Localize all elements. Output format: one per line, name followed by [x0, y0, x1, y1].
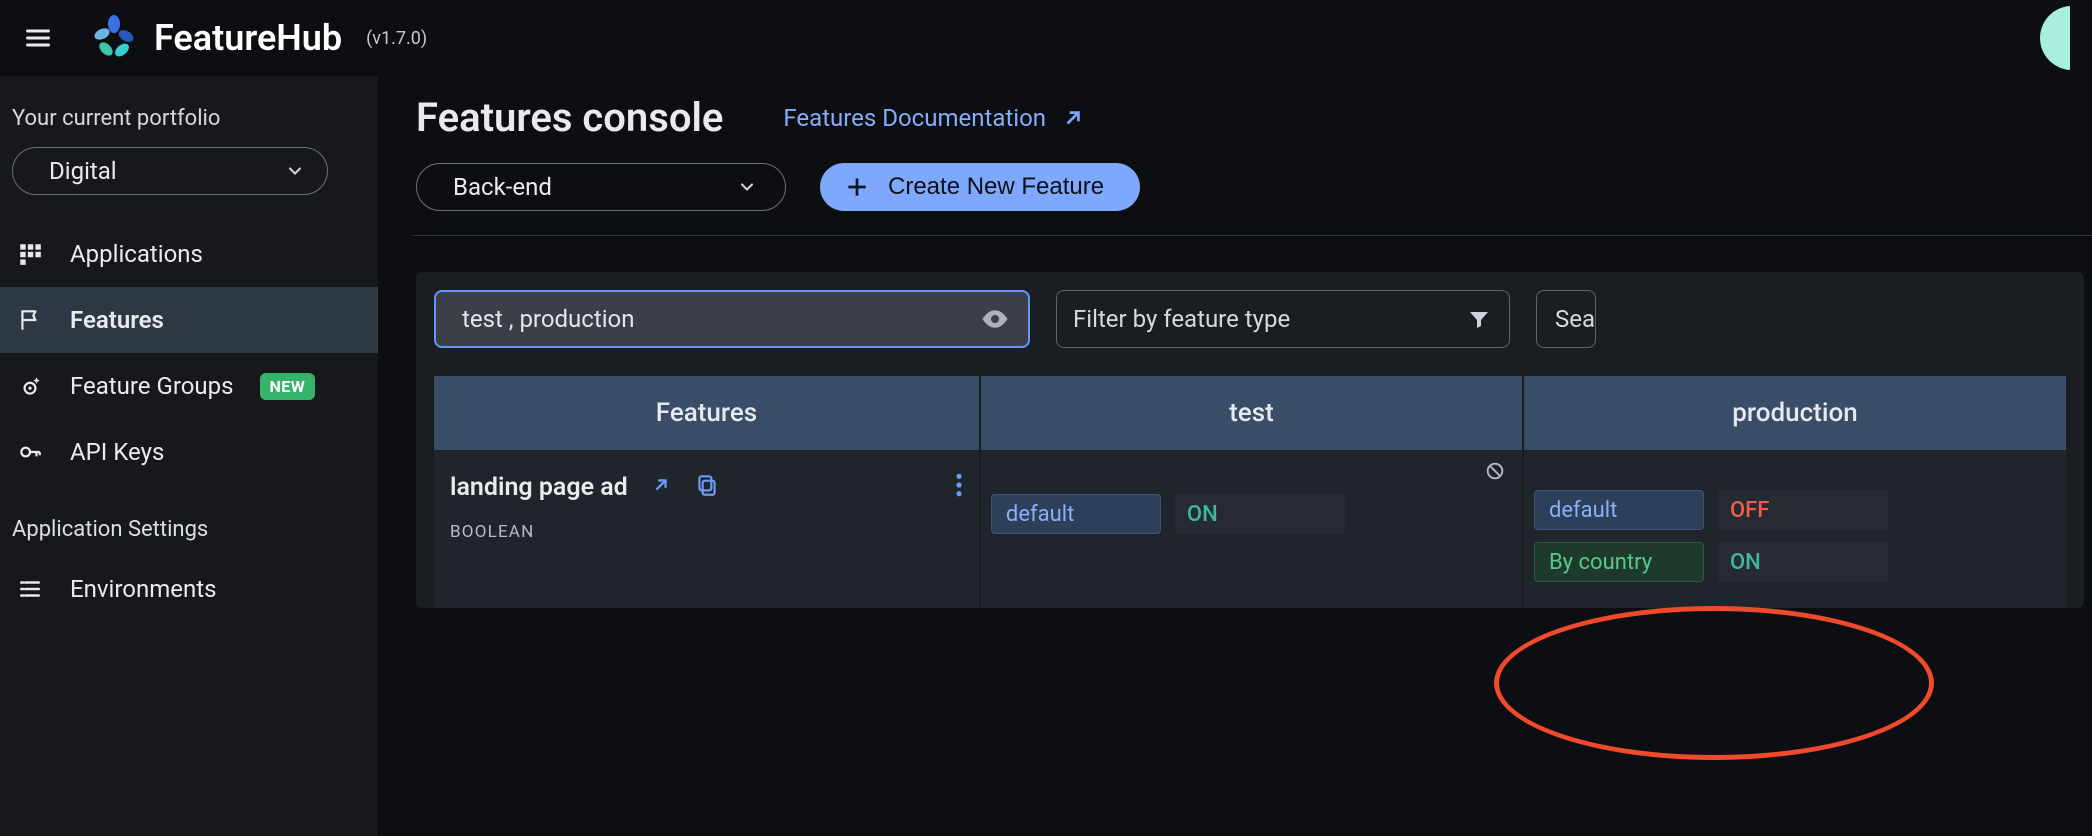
feature-type-filter-placeholder: Filter by feature type [1073, 305, 1290, 333]
feature-name: landing page ad [450, 473, 628, 502]
user-avatar[interactable] [2040, 6, 2070, 70]
list-icon [16, 575, 44, 603]
sidebar-item-applications[interactable]: Applications [0, 221, 378, 287]
new-badge: NEW [260, 373, 316, 400]
main: Features console Features Documentation … [378, 76, 2092, 836]
topbar: FeatureHub (v1.7.0) [0, 0, 2092, 76]
page-title: Features console [416, 94, 723, 141]
features-table: Features test production landing page ad [434, 376, 2066, 608]
divider [412, 235, 2092, 236]
search-input[interactable]: Sea [1536, 290, 1596, 348]
external-link-icon [1060, 105, 1086, 131]
table-row: landing page ad [434, 450, 2066, 608]
feature-type-filter[interactable]: Filter by feature type [1056, 290, 1510, 348]
table-header-env-production: production [1523, 376, 2066, 450]
eye-icon [980, 304, 1010, 334]
search-placeholder: Sea [1555, 305, 1595, 333]
strategy-row[interactable]: default OFF [1534, 490, 2056, 530]
sidebar-item-feature-groups[interactable]: Feature Groups NEW [0, 353, 378, 419]
table-header-features: Features [434, 376, 980, 450]
filter-icon [1467, 307, 1491, 331]
feature-type: BOOLEAN [450, 522, 963, 542]
features-console-panel: test , production Filter by feature type… [416, 272, 2084, 608]
application-select[interactable]: Back-end [416, 163, 786, 211]
strategy-chip-default[interactable]: default [1534, 490, 1704, 530]
environment-filter-input[interactable]: test , production [434, 290, 1030, 348]
sidebar-section-label: Application Settings [0, 485, 378, 556]
portfolio-label: Your current portfolio [0, 100, 378, 147]
flag-icon [16, 306, 44, 334]
strategy-chip-group[interactable]: By country [1534, 542, 1704, 582]
annotation-ellipse [1494, 606, 1934, 760]
create-feature-button[interactable]: Create New Feature [820, 163, 1140, 211]
gear-sparkle-icon [16, 372, 44, 400]
portfolio-value: Digital [49, 157, 117, 185]
env-cell-test: default ON [980, 450, 1523, 608]
plus-icon [844, 174, 870, 200]
create-feature-label: Create New Feature [888, 173, 1104, 201]
sidebar-item-label: Environments [70, 575, 216, 603]
sidebar-item-environments[interactable]: Environments [0, 556, 378, 622]
copy-icon [694, 472, 720, 498]
documentation-link-label: Features Documentation [783, 104, 1046, 132]
strategy-row[interactable]: By country ON [1534, 542, 2056, 582]
sidebar-item-api-keys[interactable]: API Keys [0, 419, 378, 485]
environment-filter-value: test , production [462, 305, 634, 333]
strategy-row[interactable]: default ON [991, 494, 1512, 534]
sidebar: Your current portfolio Digital Applicati… [0, 76, 378, 836]
feature-cell: landing page ad [434, 450, 980, 608]
sidebar-item-label: Features [70, 306, 164, 334]
documentation-link[interactable]: Features Documentation [783, 104, 1086, 132]
strategy-state: OFF [1730, 498, 1769, 523]
grid-icon [16, 240, 44, 268]
brand-name: FeatureHub [154, 17, 342, 59]
locked-icon[interactable] [1484, 460, 1506, 486]
brand-version: (v1.7.0) [366, 28, 427, 49]
sidebar-item-label: Feature Groups [70, 372, 234, 400]
sidebar-item-label: Applications [70, 240, 203, 268]
sidebar-item-features[interactable]: Features [0, 287, 378, 353]
strategy-state: ON [1730, 550, 1761, 575]
hamburger-menu-icon[interactable] [22, 22, 54, 54]
strategy-chip-default[interactable]: default [991, 494, 1161, 534]
chevron-down-icon [285, 161, 305, 181]
external-link-icon [650, 474, 672, 496]
chevron-down-icon [737, 177, 757, 197]
strategy-state: ON [1187, 502, 1218, 527]
featurehub-logo-icon [90, 14, 138, 62]
copy-feature-key-button[interactable] [694, 472, 720, 502]
feature-actions-menu[interactable] [955, 472, 963, 502]
kebab-icon [955, 472, 963, 498]
brand: FeatureHub (v1.7.0) [90, 14, 427, 62]
table-header-env-test: test [980, 376, 1523, 450]
open-feature-button[interactable] [650, 474, 672, 500]
application-select-value: Back-end [453, 173, 552, 201]
portfolio-select[interactable]: Digital [12, 147, 328, 195]
sidebar-item-label: API Keys [70, 438, 164, 466]
key-icon [16, 438, 44, 466]
env-cell-production: default OFF By country ON [1523, 450, 2066, 608]
